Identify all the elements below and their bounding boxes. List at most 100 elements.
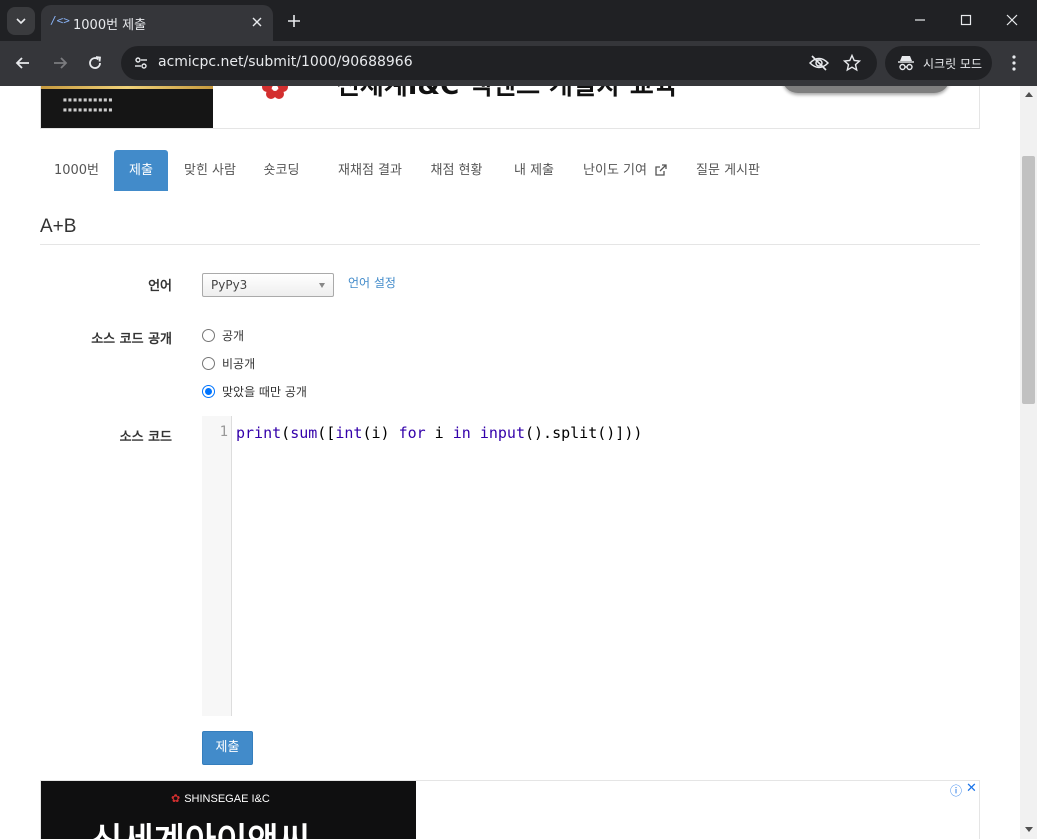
tab-problem[interactable]: 1000번 — [40, 150, 113, 191]
tab-my-submissions[interactable]: 내 제출 — [502, 150, 566, 191]
tab-correct-users[interactable]: 맞힌 사람 — [171, 150, 249, 191]
ad-bottom-logo: ✿ SHINSEGAE I&C — [171, 792, 270, 805]
tab-difficulty-contribution[interactable]: 난이도 기여 — [577, 150, 667, 191]
incognito-label: 시크릿 모드 — [923, 56, 983, 71]
editor-gutter: 1 — [202, 416, 232, 716]
scroll-down-arrow-icon[interactable] — [1025, 827, 1033, 832]
tab-judge-status[interactable]: 채점 현황 — [420, 150, 493, 191]
radio-private-label: 비공개 — [222, 356, 256, 371]
radio-public-label: 공개 — [222, 328, 245, 343]
window-close-button[interactable] — [993, 4, 1031, 36]
language-select-value: PyPy3 — [211, 278, 248, 292]
tracking-protection-button[interactable] — [807, 51, 831, 75]
tab-title: 1000번 제출 — [73, 18, 147, 33]
incognito-indicator[interactable]: 시크릿 모드 — [885, 46, 992, 80]
ad-info-icon[interactable]: ⓘ — [950, 782, 962, 799]
code-icon: /<> — [50, 14, 70, 27]
visibility-option-public[interactable]: 공개 — [202, 326, 244, 344]
tab-rejudge-results[interactable]: 재채점 결과 — [323, 150, 417, 191]
radio-accepted-only-label: 맞았을 때만 공개 — [222, 384, 307, 399]
radio-public[interactable] — [202, 328, 215, 342]
minimize-button[interactable] — [901, 4, 939, 36]
tab-difficulty-label: 난이도 기여 — [583, 163, 647, 178]
browser-tab-active[interactable]: /<> 1000번 제출 — [41, 5, 273, 41]
ad-bottom-logo-text: SHINSEGAE I&C — [184, 793, 270, 805]
reload-button[interactable] — [81, 49, 109, 77]
code-token: sum — [290, 424, 318, 442]
more-vertical-icon — [1012, 55, 1016, 71]
eye-off-icon — [809, 55, 829, 71]
maximize-button[interactable] — [947, 4, 985, 36]
plus-icon — [288, 15, 300, 27]
page-title: A+B — [40, 216, 77, 237]
browser-menu-button[interactable] — [1000, 49, 1028, 77]
flower-logo-icon — [262, 86, 288, 99]
tab-search-button[interactable] — [7, 7, 35, 35]
incognito-icon — [898, 56, 914, 71]
browser-tabstrip: /<> 1000번 제출 — [0, 0, 1037, 41]
code-token: (i) — [362, 424, 399, 442]
code-token: ( — [281, 424, 291, 442]
star-icon — [843, 54, 861, 72]
chevron-down-icon — [16, 18, 26, 25]
reload-icon — [89, 56, 102, 69]
code-token: for — [398, 424, 426, 442]
site-info-button[interactable] — [129, 51, 153, 75]
page-viewport: ■ ■ ■ ■ ■ ■ ■ ■ ■ ■ ■ ■ ■ ■ ■ ■ ■ ■ ■ ■ 신… — [0, 86, 1020, 839]
language-label: 언어 — [148, 279, 172, 294]
ad-top-headline: 신세계I&C 백엔드 개발자 교육 — [336, 86, 678, 101]
submit-button[interactable]: 제출 — [202, 731, 253, 765]
ad-top-cta-button[interactable]: 알아 — [782, 86, 950, 93]
ad-top-image: ■ ■ ■ ■ ■ ■ ■ ■ ■ ■ ■ ■ ■ ■ ■ ■ ■ ■ ■ ■ — [41, 86, 213, 128]
forward-button[interactable] — [46, 49, 74, 77]
code-token: in — [452, 424, 471, 442]
language-settings-link[interactable]: 언어 설정 — [348, 274, 396, 291]
code-line[interactable]: print(sum([int(i) for i in input().split… — [236, 424, 642, 442]
ad-top-tags: ■ ■ ■ ■ ■ ■ ■ ■ ■ ■ ■ ■ ■ ■ ■ ■ ■ ■ ■ ■ — [63, 97, 113, 112]
close-icon — [252, 17, 262, 27]
close-icon — [1006, 14, 1018, 26]
ad-bottom-headline: 신세계아이앤씨 — [91, 813, 310, 839]
code-token: i — [425, 424, 453, 442]
back-button[interactable] — [9, 49, 37, 77]
code-token: input — [479, 424, 525, 442]
radio-accepted-only[interactable] — [202, 384, 215, 398]
arrow-left-icon — [15, 57, 29, 69]
code-token: print — [236, 424, 282, 442]
scrollbar-thumb[interactable] — [1022, 156, 1035, 404]
tab-short-coding[interactable]: 숏코딩 — [254, 150, 309, 191]
title-divider — [40, 244, 980, 245]
ad-top-cta-label: 알아 — [848, 86, 877, 89]
radio-private[interactable] — [202, 356, 215, 370]
tab-submit[interactable]: 제출 — [114, 150, 168, 191]
ad-top-strip — [41, 86, 213, 89]
language-select[interactable]: PyPy3 — [202, 273, 334, 297]
code-token: ([ — [317, 424, 336, 442]
address-bar[interactable]: acmicpc.net/submit/1000/90688966 — [121, 46, 877, 80]
tab-qna-board[interactable]: 질문 게시판 — [688, 150, 768, 191]
caret-down-icon — [319, 283, 325, 288]
code-token: ().split()])) — [525, 424, 643, 442]
visibility-option-accepted-only[interactable]: 맞았을 때만 공개 — [202, 382, 307, 400]
url-text[interactable]: acmicpc.net/submit/1000/90688966 — [158, 54, 413, 70]
bookmark-button[interactable] — [840, 51, 864, 75]
ad-banner-bottom[interactable]: ✿SHINSEGAE I&C 신세계아이앤씨 ⓘ ✕ — [40, 780, 980, 839]
flower-logo-icon: ✿ — [171, 793, 181, 805]
external-link-icon — [655, 164, 667, 176]
ad-close-icon[interactable]: ✕ — [966, 781, 977, 796]
scroll-up-arrow-icon[interactable] — [1025, 92, 1033, 97]
tab-close-button[interactable] — [247, 12, 267, 32]
ad-banner-top[interactable]: ■ ■ ■ ■ ■ ■ ■ ■ ■ ■ ■ ■ ■ ■ ■ ■ ■ ■ ■ ■ 신… — [40, 86, 980, 129]
code-token: int — [335, 424, 363, 442]
page-scrollbar[interactable] — [1020, 86, 1037, 839]
code-editor[interactable]: 1 print(sum([int(i) for i in input().spl… — [202, 416, 980, 716]
source-code-label: 소스 코드 — [119, 430, 172, 445]
ad-bottom-image: ✿SHINSEGAE I&C 신세계아이앤씨 — [41, 781, 416, 839]
arrow-right-icon — [54, 57, 68, 69]
new-tab-button[interactable] — [281, 8, 307, 34]
visibility-option-private[interactable]: 비공개 — [202, 354, 255, 372]
browser-toolbar: acmicpc.net/submit/1000/90688966 시크릿 모드 — [0, 41, 1037, 86]
line-number: 1 — [219, 424, 228, 440]
minimize-icon — [915, 19, 925, 21]
